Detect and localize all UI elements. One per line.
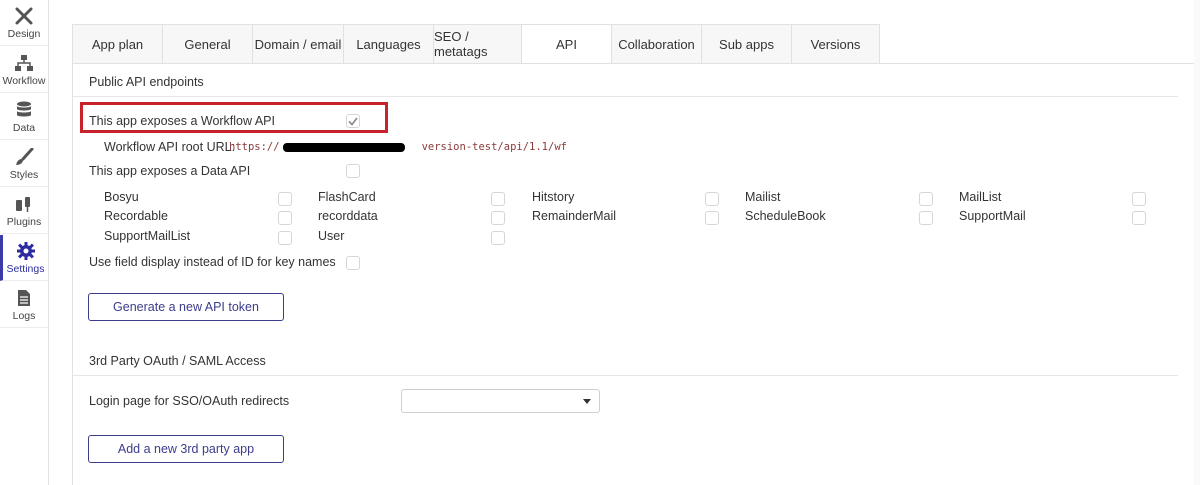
check-icon [348, 117, 358, 126]
sidebar-item-styles[interactable]: Styles [0, 141, 48, 187]
data-type-label: FlashCard [318, 190, 376, 204]
section-title-oauth: 3rd Party OAuth / SAML Access [89, 354, 266, 368]
sidebar-item-label: Settings [6, 263, 45, 275]
sidebar-item-plugins[interactable]: Plugins [0, 188, 48, 234]
workflow-api-label: This app exposes a Workflow API [89, 114, 275, 128]
tab-domain-email[interactable]: Domain / email [252, 24, 343, 64]
sidebar-item-label: Logs [12, 310, 36, 322]
field-display-checkbox[interactable] [346, 256, 360, 270]
data-type-label: Recordable [104, 209, 168, 223]
section-title-public-api: Public API endpoints [89, 75, 204, 89]
login-page-label: Login page for SSO/OAuth redirects [89, 394, 290, 408]
tab-api[interactable]: API [521, 24, 611, 64]
data-type-checkbox[interactable] [491, 192, 505, 206]
tab-seo-metatags[interactable]: SEO / metatags [433, 24, 521, 64]
gear-icon [15, 241, 37, 261]
section-divider [73, 375, 1178, 376]
tab-sub-apps[interactable]: Sub apps [701, 24, 791, 64]
data-type-checkbox[interactable] [705, 192, 719, 206]
tab-general[interactable]: General [162, 24, 252, 64]
sidebar-item-label: Design [7, 28, 41, 40]
workflow-root-url-label: Workflow API root URL: [104, 140, 236, 154]
data-api-label: This app exposes a Data API [89, 164, 251, 178]
document-icon [13, 288, 35, 308]
sidebar-item-design[interactable]: Design [0, 0, 48, 46]
sidebar-item-workflow[interactable]: Workflow [0, 47, 48, 93]
sidebar-item-label: Data [12, 122, 36, 134]
data-api-checkbox[interactable] [346, 164, 360, 178]
data-type-checkbox[interactable] [278, 231, 292, 245]
sidebar-item-label: Plugins [6, 216, 42, 228]
data-type-checkbox[interactable] [1132, 211, 1146, 225]
tab-languages[interactable]: Languages [343, 24, 433, 64]
generate-api-token-button[interactable]: Generate a new API token [88, 293, 284, 321]
design-tools-icon [13, 6, 35, 26]
sidebar-item-settings[interactable]: Settings [0, 235, 48, 281]
sidebar-item-label: Workflow [2, 75, 46, 87]
settings-main: App plan General Domain / email Language… [49, 0, 1200, 485]
data-type-checkbox[interactable] [491, 211, 505, 225]
data-type-checkbox[interactable] [705, 211, 719, 225]
data-type-label: ScheduleBook [745, 209, 826, 223]
chevron-down-icon [583, 399, 591, 404]
data-type-label: SupportMailList [104, 229, 191, 243]
tab-collaboration[interactable]: Collaboration [611, 24, 701, 64]
data-type-label: recorddata [318, 209, 378, 223]
data-type-checkbox[interactable] [491, 231, 505, 245]
tab-versions[interactable]: Versions [791, 24, 880, 64]
scrollbar[interactable] [1194, 0, 1200, 485]
data-type-checkbox[interactable] [278, 192, 292, 206]
section-divider [73, 96, 1178, 97]
data-type-label: MailList [959, 190, 1002, 204]
data-type-checkbox[interactable] [919, 211, 933, 225]
workflow-api-checkbox[interactable] [346, 114, 360, 128]
data-type-label: Bosyu [104, 190, 139, 204]
tab-app-plan[interactable]: App plan [72, 24, 162, 64]
settings-tabs: App plan General Domain / email Language… [72, 24, 880, 64]
workflow-icon [13, 53, 35, 73]
redaction-bar [283, 143, 405, 152]
login-page-dropdown[interactable] [401, 389, 600, 413]
database-icon [13, 100, 35, 120]
data-type-checkbox[interactable] [1132, 192, 1146, 206]
field-display-label: Use field display instead of ID for key … [89, 255, 336, 269]
brush-icon [13, 147, 35, 167]
data-type-label: Hitstory [532, 190, 575, 204]
data-type-label: SupportMail [959, 209, 1026, 223]
data-type-label: Mailist [745, 190, 781, 204]
data-type-label: User [318, 229, 345, 243]
data-type-label: RemainderMail [532, 209, 617, 223]
left-sidebar: Design Workflow Data Styles Plugins Sett… [0, 0, 49, 485]
plug-icon [13, 194, 35, 214]
add-3rd-party-app-button[interactable]: Add a new 3rd party app [88, 435, 284, 463]
data-type-checkbox[interactable] [919, 192, 933, 206]
url-prefix: https:// [229, 141, 280, 153]
sidebar-item-label: Styles [9, 169, 39, 181]
data-type-checkbox[interactable] [278, 211, 292, 225]
url-suffix: version-test/api/1.1/wf [421, 141, 567, 153]
sidebar-item-logs[interactable]: Logs [0, 282, 48, 328]
api-settings-panel: Public API endpoints This app exposes a … [72, 63, 1200, 485]
sidebar-item-data[interactable]: Data [0, 94, 48, 140]
